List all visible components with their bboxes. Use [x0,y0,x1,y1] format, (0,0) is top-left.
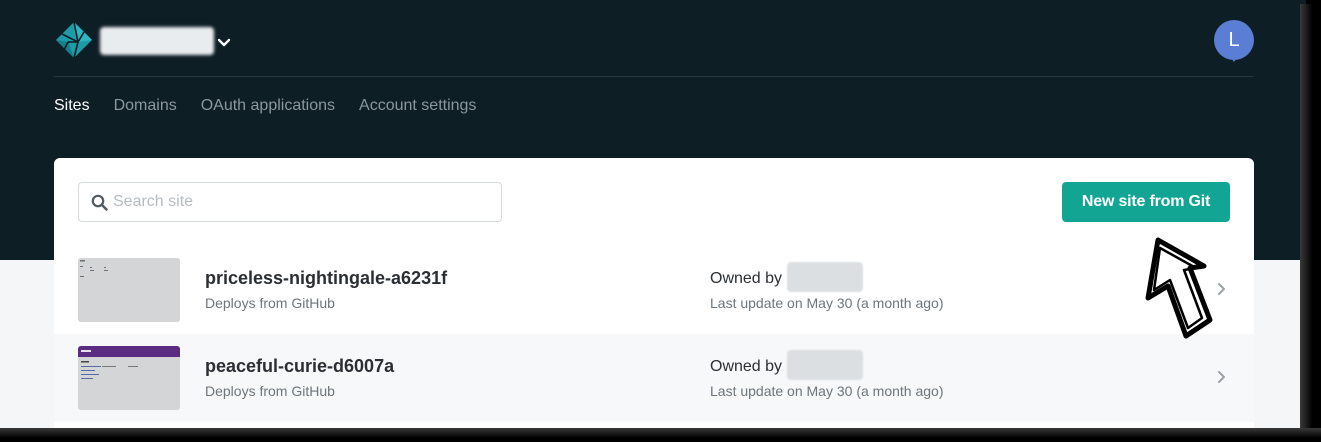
header-divider [54,76,1254,77]
window-shadow-right [1300,4,1321,442]
site-row[interactable]: peaceful-curie-d6007a Deploys from GitHu… [54,334,1254,422]
sites-card: New site from Git priceless-nightingale-… [54,158,1254,432]
app-window: L Sites Domains OAuth applications Accou… [0,0,1306,432]
arrow-cursor-icon [1145,237,1213,339]
window-shadow-bottom [0,428,1321,442]
nav-item-oauth-applications[interactable]: OAuth applications [201,96,335,116]
nav-item-sites[interactable]: Sites [54,96,90,116]
deploy-source: Deploys from GitHub [205,295,335,311]
netlify-logo-icon[interactable] [54,20,94,60]
last-update: Last update on May 30 (a month ago) [710,295,944,311]
deploy-source: Deploys from GitHub [205,383,335,399]
site-thumbnail [78,346,180,410]
last-update: Last update on May 30 (a month ago) [710,383,944,399]
new-site-from-git-button[interactable]: New site from Git [1062,182,1230,222]
chevron-right-icon[interactable] [1216,370,1228,384]
search-icon [91,194,108,211]
chevron-down-icon[interactable] [216,34,232,50]
site-thumbnail [78,258,180,322]
search-input[interactable] [113,183,493,221]
owner-name-redacted [787,350,863,380]
site-name[interactable]: peaceful-curie-d6007a [205,356,394,377]
owned-by-label: Owned by [710,270,783,287]
nav-item-account-settings[interactable]: Account settings [359,96,476,116]
owner-name-redacted [787,262,863,292]
site-name[interactable]: priceless-nightingale-a6231f [205,268,447,289]
main-nav: Sites Domains OAuth applications Account… [54,96,476,116]
avatar-indicator [1229,55,1239,62]
nav-item-domains[interactable]: Domains [114,96,177,116]
search-box[interactable] [78,182,502,222]
team-name-redacted[interactable] [100,27,214,55]
site-row[interactable]: priceless-nightingale-a6231f Deploys fro… [54,246,1254,334]
owned-by-label: Owned by [710,358,783,375]
user-avatar[interactable]: L [1214,20,1254,60]
